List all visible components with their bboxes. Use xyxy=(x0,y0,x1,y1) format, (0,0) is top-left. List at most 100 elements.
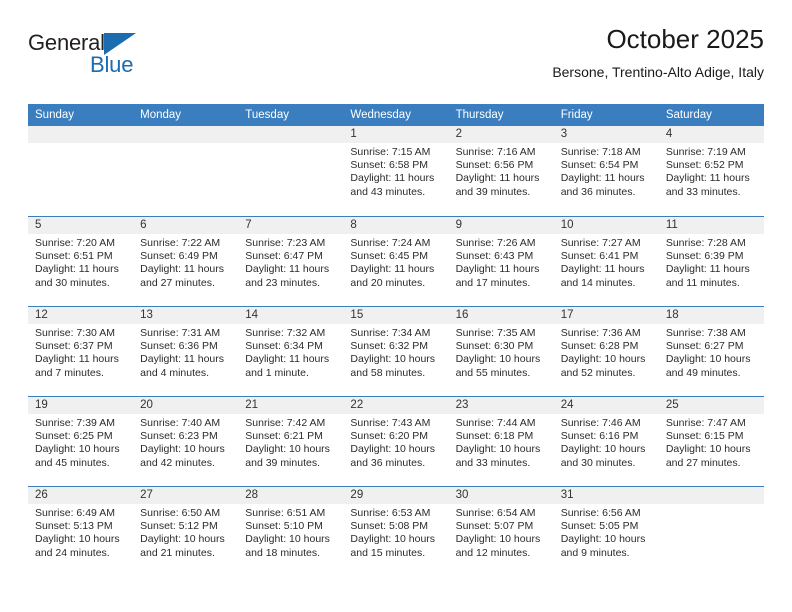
day-number: 7 xyxy=(245,219,252,231)
daylight-text-line2: and 52 minutes. xyxy=(560,366,636,379)
sunrise-text: Sunrise: 7:16 AM xyxy=(455,146,536,158)
daylight-text-line2: and 39 minutes. xyxy=(245,456,320,469)
sunset-text: Sunset: 6:21 PM xyxy=(245,430,323,443)
calendar-day-cell[interactable]: 16 Sunrise: 7:35 AM Sunset: 6:30 PM Dayligh… xyxy=(448,307,554,396)
daylight-text-line2: and 27 minutes. xyxy=(665,456,741,469)
daylight-text-line1: Daylight: 10 hours xyxy=(455,533,541,546)
daylight-text-line2: and 7 minutes. xyxy=(35,366,104,379)
calendar-grid: Sunday Monday Tuesday Wednesday Thursday… xyxy=(28,104,764,576)
daylight-text-line1: Daylight: 10 hours xyxy=(350,533,436,546)
calendar-day-cell[interactable]: 6 Sunrise: 7:22 AM Sunset: 6:49 PM Daylight… xyxy=(133,217,239,306)
daylight-text-line2: and 36 minutes. xyxy=(560,185,636,198)
calendar-day-cell[interactable]: 13 Sunrise: 7:31 AM Sunset: 6:36 PM Dayligh… xyxy=(133,307,239,396)
calendar-day-cell[interactable]: 23 Sunrise: 7:44 AM Sunset: 6:18 PM Dayligh… xyxy=(448,397,554,486)
sunrise-text: Sunrise: 7:19 AM xyxy=(665,146,746,158)
day-sun-info: Sunrise: 6:50 AM Sunset: 5:12 PM Daylight:… xyxy=(133,504,238,560)
calendar-day-cell[interactable]: 22 Sunrise: 7:43 AM Sunset: 6:20 PM Dayligh… xyxy=(343,397,449,486)
calendar-day-cell[interactable]: 1 Sunrise: 7:15 AM Sunset: 6:58 PM Daylight… xyxy=(343,126,449,216)
day-number-band: 15 xyxy=(343,307,449,324)
calendar-day-cell[interactable]: 31 Sunrise: 6:56 AM Sunset: 5:05 PM Dayligh… xyxy=(553,487,659,576)
day-number: 14 xyxy=(245,309,259,321)
daylight-text-line1: Daylight: 11 hours xyxy=(245,353,330,366)
daylight-text-line1: Daylight: 11 hours xyxy=(665,263,750,276)
calendar-day-cell[interactable]: 29 Sunrise: 6:53 AM Sunset: 5:08 PM Dayligh… xyxy=(343,487,449,576)
calendar-day-cell[interactable]: 5 Sunrise: 7:20 AM Sunset: 6:51 PM Daylight… xyxy=(28,217,134,306)
day-sun-info: Sunrise: 7:19 AM Sunset: 6:52 PM Daylight:… xyxy=(659,143,764,199)
day-sun-info: Sunrise: 7:39 AM Sunset: 6:25 PM Daylight:… xyxy=(28,414,133,470)
calendar-day-cell[interactable]: 2 Sunrise: 7:16 AM Sunset: 6:56 PM Daylight… xyxy=(448,126,554,216)
daylight-text-line2: and 30 minutes. xyxy=(560,456,636,469)
calendar-day-cell[interactable]: 8 Sunrise: 7:24 AM Sunset: 6:45 PM Daylight… xyxy=(343,217,449,306)
daylight-text-line2: and 45 minutes. xyxy=(35,456,110,469)
day-number-band: 13 xyxy=(133,307,239,324)
sunset-text: Sunset: 6:32 PM xyxy=(350,340,429,353)
day-number: 28 xyxy=(245,489,259,501)
day-number-band: 24 xyxy=(553,397,659,414)
calendar-day-cell[interactable]: 19 Sunrise: 7:39 AM Sunset: 6:25 PM Dayligh… xyxy=(28,397,134,486)
day-number-band: 6 xyxy=(133,217,239,234)
calendar-day-cell[interactable]: 18 Sunrise: 7:38 AM Sunset: 6:27 PM Dayligh… xyxy=(658,307,764,396)
day-number-band: 20 xyxy=(133,397,239,414)
day-number: 18 xyxy=(665,309,679,321)
calendar-day-cell[interactable]: 4 Sunrise: 7:19 AM Sunset: 6:52 PM Daylight… xyxy=(658,126,764,216)
day-sun-info: Sunrise: 7:43 AM Sunset: 6:20 PM Daylight:… xyxy=(343,414,448,470)
calendar-day-cell[interactable]: 3 Sunrise: 7:18 AM Sunset: 6:54 PM Daylight… xyxy=(553,126,659,216)
daylight-text-line2: and 9 minutes. xyxy=(560,546,630,559)
sunrise-text: Sunrise: 7:22 AM xyxy=(140,237,221,249)
daylight-text-line1: Daylight: 11 hours xyxy=(455,172,540,185)
day-sun-info: Sunrise: 7:40 AM Sunset: 6:23 PM Daylight:… xyxy=(133,414,238,470)
calendar-day-cell-empty xyxy=(28,126,134,216)
calendar-day-cell[interactable]: 14 Sunrise: 7:32 AM Sunset: 6:34 PM Dayligh… xyxy=(238,307,344,396)
calendar-day-cell[interactable]: 27 Sunrise: 6:50 AM Sunset: 5:12 PM Dayligh… xyxy=(133,487,239,576)
sunrise-text: Sunrise: 7:27 AM xyxy=(560,237,641,249)
calendar-page: General Blue October 2025 Bersone, Trent… xyxy=(0,0,792,612)
sunrise-text: Sunrise: 7:24 AM xyxy=(350,237,431,249)
calendar-day-cell[interactable]: 9 Sunrise: 7:26 AM Sunset: 6:43 PM Daylight… xyxy=(448,217,554,306)
weekday-header-sunday: Sunday xyxy=(35,109,75,121)
day-number-band: 31 xyxy=(553,487,659,504)
sunset-text: Sunset: 5:13 PM xyxy=(35,520,113,533)
weekday-header-tuesday: Tuesday xyxy=(245,109,289,121)
calendar-day-cell[interactable]: 20 Sunrise: 7:40 AM Sunset: 6:23 PM Dayligh… xyxy=(133,397,239,486)
calendar-day-cell-empty xyxy=(238,126,344,216)
calendar-day-cell[interactable]: 30 Sunrise: 6:54 AM Sunset: 5:07 PM Dayligh… xyxy=(448,487,554,576)
sunrise-text: Sunrise: 7:18 AM xyxy=(560,146,641,158)
sunset-text: Sunset: 6:28 PM xyxy=(560,340,639,353)
calendar-day-cell[interactable]: 25 Sunrise: 7:47 AM Sunset: 6:15 PM Dayligh… xyxy=(658,397,764,486)
calendar-day-cell[interactable]: 21 Sunrise: 7:42 AM Sunset: 6:21 PM Dayligh… xyxy=(238,397,344,486)
calendar-day-cell[interactable]: 17 Sunrise: 7:36 AM Sunset: 6:28 PM Dayligh… xyxy=(553,307,659,396)
daylight-text-line2: and 14 minutes. xyxy=(560,276,636,289)
calendar-day-cell[interactable]: 7 Sunrise: 7:23 AM Sunset: 6:47 PM Daylight… xyxy=(238,217,344,306)
day-sun-info: Sunrise: 7:22 AM Sunset: 6:49 PM Daylight:… xyxy=(133,234,238,290)
sunset-text: Sunset: 6:36 PM xyxy=(140,340,218,353)
daylight-text-line1: Daylight: 11 hours xyxy=(350,172,435,185)
calendar-day-cell[interactable]: 12 Sunrise: 7:30 AM Sunset: 6:37 PM Dayligh… xyxy=(28,307,134,396)
day-number: 24 xyxy=(560,399,574,411)
daylight-text-line2: and 21 minutes. xyxy=(140,546,215,559)
daylight-text-line1: Daylight: 10 hours xyxy=(350,443,436,456)
sunrise-text: Sunrise: 7:31 AM xyxy=(140,327,221,339)
daylight-text-line2: and 18 minutes. xyxy=(245,546,320,559)
day-number-band: 17 xyxy=(553,307,659,324)
daylight-text-line2: and 12 minutes. xyxy=(455,546,531,559)
calendar-day-cell[interactable]: 28 Sunrise: 6:51 AM Sunset: 5:10 PM Dayligh… xyxy=(238,487,344,576)
day-number-band: 23 xyxy=(448,397,554,414)
weekday-header-wednesday: Wednesday xyxy=(350,109,411,121)
day-sun-info: Sunrise: 6:54 AM Sunset: 5:07 PM Daylight:… xyxy=(449,504,554,560)
day-number-band: 29 xyxy=(343,487,449,504)
day-sun-info: Sunrise: 7:47 AM Sunset: 6:15 PM Daylight:… xyxy=(659,414,764,470)
daylight-text-line1: Daylight: 10 hours xyxy=(560,443,646,456)
sunrise-text: Sunrise: 7:34 AM xyxy=(350,327,431,339)
sunset-text: Sunset: 5:08 PM xyxy=(350,520,429,533)
day-number-band: 11 xyxy=(658,217,764,234)
daylight-text-line1: Daylight: 11 hours xyxy=(140,353,224,366)
calendar-day-cell[interactable]: 24 Sunrise: 7:46 AM Sunset: 6:16 PM Dayligh… xyxy=(553,397,659,486)
day-sun-info: Sunrise: 7:20 AM Sunset: 6:51 PM Daylight:… xyxy=(28,234,133,290)
calendar-day-cell[interactable]: 15 Sunrise: 7:34 AM Sunset: 6:32 PM Dayligh… xyxy=(343,307,449,396)
calendar-day-cell[interactable]: 11 Sunrise: 7:28 AM Sunset: 6:39 PM Dayligh… xyxy=(658,217,764,306)
calendar-day-cell[interactable]: 26 Sunrise: 6:49 AM Sunset: 5:13 PM Dayligh… xyxy=(28,487,134,576)
calendar-day-cell[interactable]: 10 Sunrise: 7:27 AM Sunset: 6:41 PM Dayligh… xyxy=(553,217,659,306)
daylight-text-line2: and 24 minutes. xyxy=(35,546,110,559)
day-number-band: 30 xyxy=(448,487,554,504)
daylight-text-line2: and 27 minutes. xyxy=(140,276,215,289)
